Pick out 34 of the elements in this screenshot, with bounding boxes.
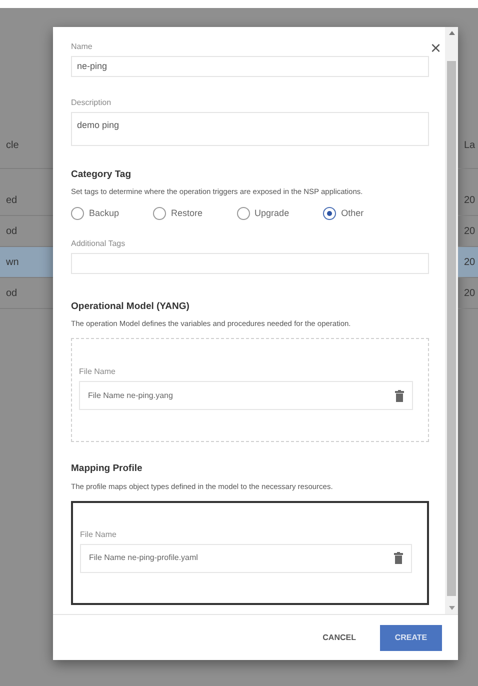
radio-option[interactable]: Backup (71, 206, 120, 220)
close-button[interactable]: × (430, 39, 441, 57)
textarea-field[interactable]: demo ping (71, 112, 429, 146)
upload-area[interactable]: File Name File Name ne-ping.yang (71, 338, 429, 442)
section-title: Mapping Profile (71, 462, 144, 476)
section-title: Category Tag (71, 168, 132, 182)
table-cell: wn (0, 247, 53, 278)
input-field[interactable]: ne-ping (71, 56, 429, 77)
scrollbar[interactable] (445, 27, 458, 614)
create-button[interactable]: CREATE (380, 624, 442, 650)
field-label: Description (71, 97, 112, 109)
table-cell: 20 (458, 247, 478, 278)
file-field[interactable]: File Name ne-ping-profile.yaml (80, 544, 412, 573)
scroll-up-icon[interactable] (448, 31, 454, 35)
cancel-button[interactable]: CANCEL (318, 626, 360, 650)
field-label: File Name (80, 528, 118, 541)
trash-icon[interactable] (394, 552, 403, 564)
file-name: File Name ne-ping-profile.yaml (89, 552, 198, 564)
radio-option[interactable]: Other (323, 206, 364, 220)
file-name: File Name ne-ping.yang (88, 390, 173, 402)
radio-option[interactable]: Upgrade (236, 206, 290, 220)
scroll-down-icon[interactable] (448, 606, 454, 610)
table-cell: 20 (458, 185, 478, 216)
section-title: Operational Model (YANG) (71, 300, 190, 314)
trash-icon[interactable] (395, 390, 404, 402)
field-label: Additional Tags (71, 238, 126, 250)
field-label: File Name (79, 366, 116, 378)
column-header: La (458, 122, 478, 169)
radio-option[interactable]: Restore (153, 206, 203, 220)
upload-area[interactable]: File Name File Name ne-ping-profile.yaml (71, 500, 429, 605)
input-field[interactable] (71, 252, 429, 274)
file-field[interactable]: File Name ne-ping.yang (79, 381, 413, 410)
table-cell: 20 (458, 278, 478, 309)
field-label: Name (71, 41, 94, 53)
